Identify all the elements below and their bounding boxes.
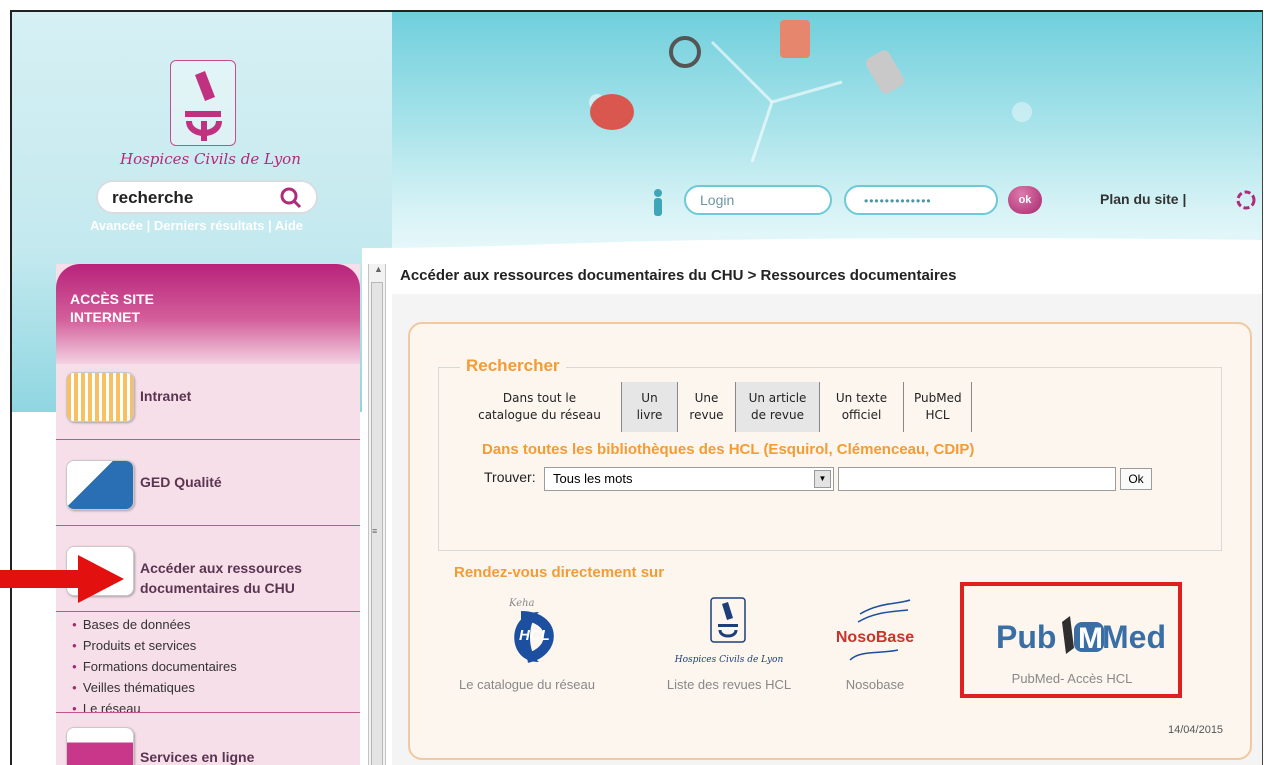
search-tabs: Dans tout le catalogue du réseau Un livr… bbox=[458, 382, 972, 432]
sidebar-item-intranet[interactable]: Intranet bbox=[56, 354, 360, 440]
sub-item-bases[interactable]: Bases de données bbox=[72, 615, 237, 636]
search-scope-heading: Dans toutes les bibliothèques des HCL (E… bbox=[482, 441, 975, 458]
find-mode-select[interactable]: Tous les mots ▼ bbox=[544, 467, 834, 491]
svg-text:NosoBase: NosoBase bbox=[836, 629, 914, 646]
sub-item-veilles[interactable]: Veilles thématiques bbox=[72, 678, 237, 699]
sidebar-item-label: Accéder aux ressources documentaires du … bbox=[140, 558, 302, 598]
sidebar-item-label: Services en ligne bbox=[140, 749, 255, 765]
advanced-search-link[interactable]: Avancée bbox=[90, 218, 143, 233]
logo-text: Hospices Civils de Lyon bbox=[120, 150, 301, 168]
sidebar-title-line2: INTERNET bbox=[70, 309, 140, 325]
ressources-sub-list: Bases de données Produits et services Fo… bbox=[72, 615, 237, 720]
tab-label: catalogue du réseau bbox=[478, 408, 601, 422]
ressources-label-line2: documentaires du CHU bbox=[140, 580, 295, 596]
tab-livre[interactable]: Un livre bbox=[622, 382, 678, 432]
hcl-catalogue-logo: Keha HCL bbox=[508, 598, 554, 663]
tab-label: officiel bbox=[841, 408, 882, 422]
resource-caption: Le catalogue du réseau bbox=[459, 677, 595, 692]
search-legend: Rechercher bbox=[460, 356, 566, 376]
tab-label: Un texte bbox=[835, 391, 888, 405]
svg-text:Hospices Civils de Lyon: Hospices Civils de Lyon bbox=[674, 655, 784, 665]
login-ok-button[interactable]: ok bbox=[1008, 186, 1042, 214]
tab-texte-officiel[interactable]: Un texte officiel bbox=[820, 382, 904, 432]
annotation-arrow-icon bbox=[0, 555, 124, 603]
search-box bbox=[96, 180, 318, 214]
tab-pubmed-hcl[interactable]: PubMed HCL bbox=[904, 382, 972, 432]
tab-label: Dans tout le bbox=[502, 391, 577, 405]
direct-links-title: Rendez-vous directement sur bbox=[454, 564, 665, 581]
password-input[interactable]: ••••••••••••• bbox=[844, 185, 998, 215]
resource-caption: Nosobase bbox=[845, 677, 905, 692]
sidebar-item-label: Intranet bbox=[140, 388, 192, 404]
site-map-link[interactable]: Plan du site | bbox=[1100, 191, 1186, 207]
chevron-down-icon[interactable]: ▼ bbox=[814, 470, 831, 488]
svg-text:HCL: HCL bbox=[519, 627, 550, 644]
tab-label: Un article bbox=[748, 391, 807, 405]
scroll-up-arrow-icon[interactable]: ▲ bbox=[374, 264, 383, 274]
clipboard-icon bbox=[780, 20, 810, 58]
person-icon bbox=[654, 189, 662, 216]
sub-item-produits[interactable]: Produits et services bbox=[72, 636, 237, 657]
select-value: Tous les mots bbox=[553, 471, 633, 486]
stethoscope-icon bbox=[669, 36, 701, 68]
tab-catalogue[interactable]: Dans tout le catalogue du réseau bbox=[458, 382, 622, 432]
hcl-revues-logo: Hospices Civils de Lyon bbox=[674, 597, 784, 665]
sidebar-section-title: ACCÈS SITE INTERNET bbox=[70, 290, 154, 326]
tab-label: HCL bbox=[925, 408, 950, 422]
find-text-input[interactable] bbox=[838, 467, 1116, 491]
ressources-label-line1: Accéder aux ressources bbox=[140, 560, 302, 576]
resource-revues[interactable]: Hospices Civils de Lyon Liste des revues… bbox=[644, 592, 814, 692]
accessibility-icon[interactable] bbox=[1234, 188, 1258, 212]
sidebar-item-services[interactable]: Services en ligne bbox=[56, 712, 360, 765]
ged-qualite-icon bbox=[66, 460, 134, 510]
highlight-box bbox=[960, 582, 1182, 698]
find-ok-button[interactable]: Ok bbox=[1120, 468, 1152, 490]
nosobase-logo: NosoBase bbox=[836, 599, 914, 661]
pill-icon bbox=[590, 94, 634, 130]
tab-label: livre bbox=[636, 408, 663, 422]
breadcrumb: Accéder aux ressources documentaires du … bbox=[400, 267, 957, 284]
tab-revue[interactable]: Une revue bbox=[678, 382, 736, 432]
sidebar-item-ged-qualite[interactable]: GED Qualité bbox=[56, 440, 360, 526]
tab-label: de revue bbox=[751, 408, 804, 422]
login-input[interactable]: Login bbox=[684, 185, 832, 215]
services-icon bbox=[66, 727, 134, 765]
scroll-grip-icon: ≡ bbox=[372, 526, 378, 536]
tab-label: revue bbox=[689, 408, 724, 422]
tab-label: Une bbox=[694, 391, 719, 405]
svg-text:Keha: Keha bbox=[508, 598, 535, 609]
sidebar-title-line1: ACCÈS SITE bbox=[70, 291, 155, 307]
search-icon[interactable] bbox=[280, 187, 302, 209]
resource-catalogue[interactable]: Keha HCL Le catalogue du réseau bbox=[442, 592, 612, 692]
browser-frame: Hospices Civils de Lyon Avancée | Dernie… bbox=[10, 10, 1263, 765]
tab-article[interactable]: Un article de revue bbox=[736, 382, 820, 432]
tab-label: PubMed bbox=[914, 391, 962, 405]
sidebar-item-label: GED Qualité bbox=[140, 474, 222, 490]
last-results-link[interactable]: Derniers résultats bbox=[154, 218, 265, 233]
search-input[interactable] bbox=[112, 188, 272, 208]
page-date: 14/04/2015 bbox=[1168, 724, 1224, 736]
find-label: Trouver: bbox=[484, 469, 536, 485]
microscope-deco-icon bbox=[865, 50, 905, 94]
search-links: Avancée | Derniers résultats | Aide bbox=[90, 218, 303, 233]
tab-label: Un bbox=[641, 391, 658, 405]
resource-nosobase[interactable]: NosoBase Nosobase bbox=[820, 592, 930, 692]
sub-item-formations[interactable]: Formations documentaires bbox=[72, 657, 237, 678]
help-link[interactable]: Aide bbox=[275, 218, 303, 233]
intranet-icon bbox=[66, 372, 134, 422]
resource-caption: Liste des revues HCL bbox=[666, 677, 792, 692]
sidebar-scrollbar[interactable]: ▲ ≡ bbox=[368, 264, 386, 765]
scroll-thumb[interactable] bbox=[371, 282, 383, 765]
hcl-logo[interactable] bbox=[170, 60, 236, 146]
